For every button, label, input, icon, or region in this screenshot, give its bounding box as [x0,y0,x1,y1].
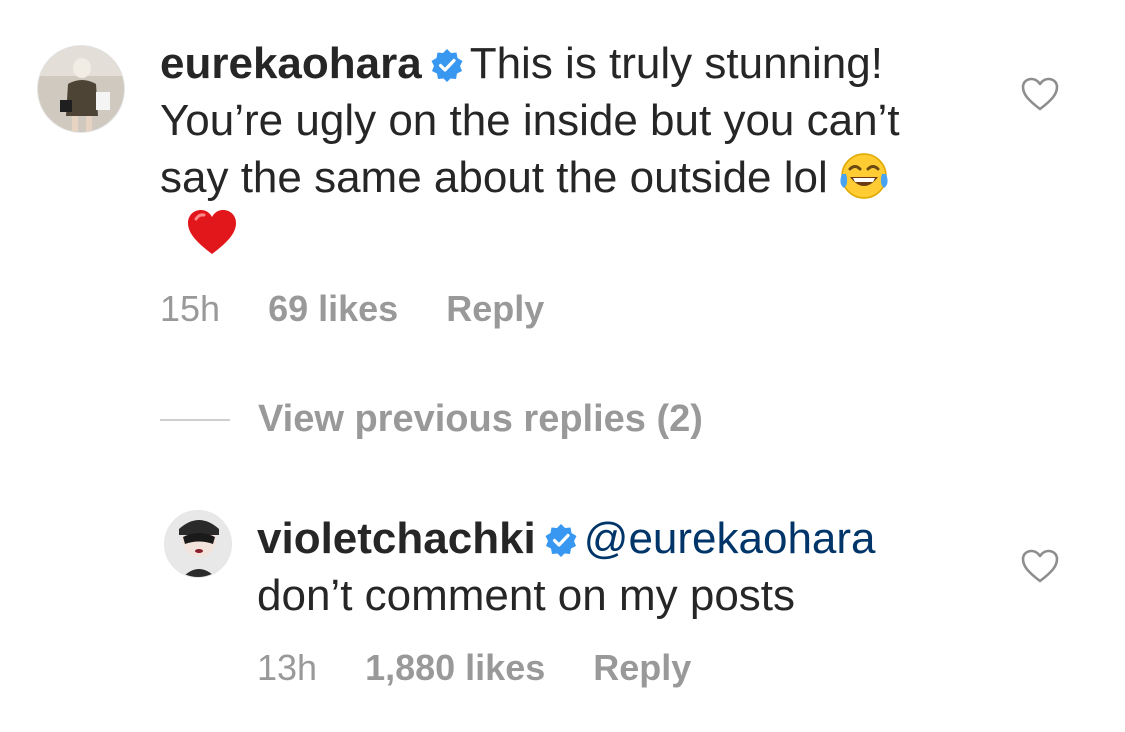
face-with-tears-of-joy-icon [838,150,890,202]
red-heart-icon [186,207,238,259]
verified-badge-icon [430,39,464,82]
comment-eurekaohara: eurekaohara This is truly stunning! You’… [160,35,940,263]
reply-violetchachki: violetchachki @eurekaohara don’t comment… [257,510,977,624]
avatar-violetchachki[interactable] [164,510,232,578]
comment-time: 15h [160,288,221,329]
mention-link[interactable]: @eurekaohara [584,514,876,563]
comment-meta: 15h 69 likes Reply [160,288,544,330]
comment-likes[interactable]: 69 likes [268,288,398,329]
reply-time: 13h [257,647,318,688]
verified-badge-icon [544,514,578,557]
avatar-image [165,511,231,577]
comment-username[interactable]: eurekaohara [160,39,422,88]
like-heart-icon[interactable] [1020,76,1060,112]
view-previous-replies[interactable]: View previous replies (2) [160,398,703,441]
reply-likes[interactable]: 1,880 likes [365,647,545,688]
reply-button[interactable]: Reply [446,288,544,329]
reply-button[interactable]: Reply [593,647,691,688]
like-heart-icon[interactable] [1020,548,1060,584]
view-previous-replies-label[interactable]: View previous replies (2) [258,398,703,441]
avatar-eurekaohara[interactable] [37,45,125,133]
reply-meta: 13h 1,880 likes Reply [257,647,691,689]
divider-line [160,418,230,421]
reply-body: don’t comment on my posts [257,571,796,620]
avatar-image [38,46,124,132]
reply-username[interactable]: violetchachki [257,514,536,563]
